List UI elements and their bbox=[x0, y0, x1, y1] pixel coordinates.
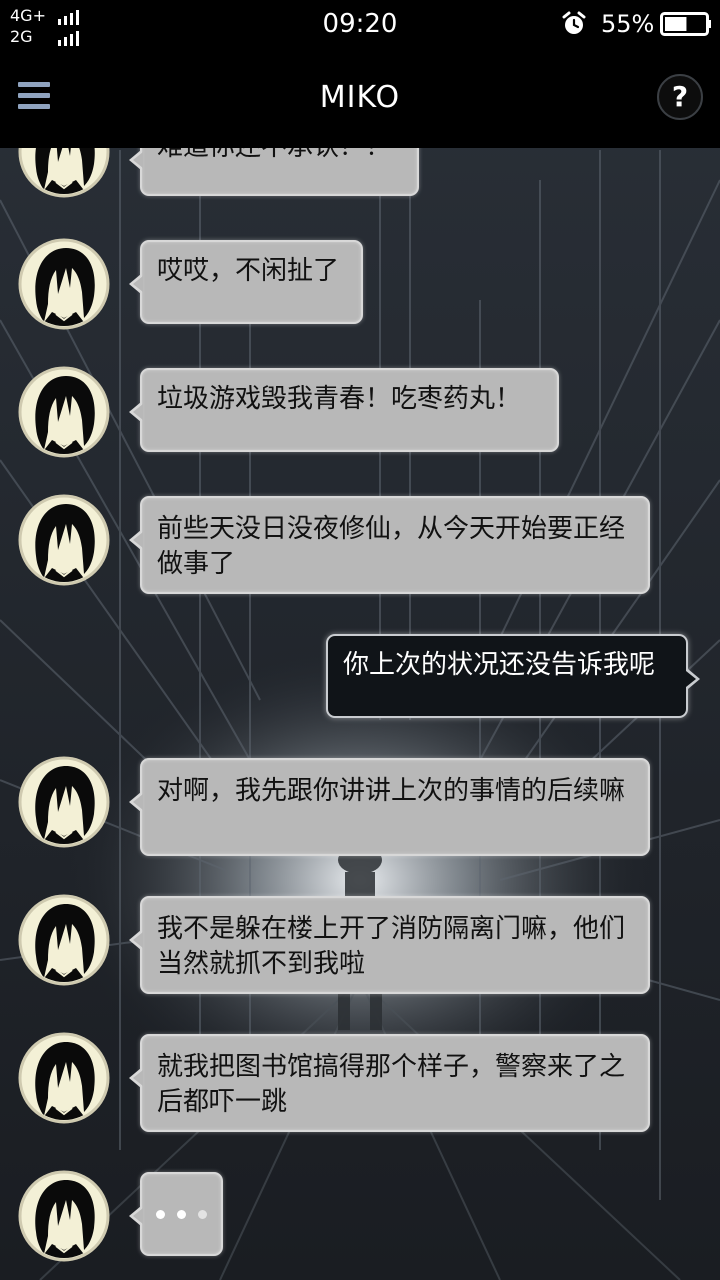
typing-indicator bbox=[129, 1172, 223, 1256]
message-bubble-incoming: 哎哎，不闲扯了 bbox=[129, 240, 363, 324]
message-bubble-incoming: 我不是躲在楼上开了消防隔离门嘛，他们当然就抓不到我啦 bbox=[129, 896, 650, 994]
message-text: 我不是躲在楼上开了消防隔离门嘛，他们当然就抓不到我啦 bbox=[157, 914, 626, 979]
miko-avatar[interactable] bbox=[18, 148, 110, 198]
message-bubble-incoming: 垃圾游戏毁我青春！吃枣药丸！ bbox=[129, 368, 559, 452]
help-button[interactable]: ? bbox=[657, 74, 703, 120]
message-text: 对啊，我先跟你讲讲上次的事情的后续嘛 bbox=[157, 776, 626, 806]
miko-avatar[interactable] bbox=[18, 366, 110, 458]
message-bubble-incoming: 就我把图书馆搞得那个样子，警察来了之后都吓一跳 bbox=[129, 1034, 650, 1132]
miko-avatar[interactable] bbox=[18, 894, 110, 986]
message-text: 难道你还不承认？！ bbox=[157, 148, 391, 162]
battery-percent: 55% bbox=[601, 10, 655, 38]
help-icon: ? bbox=[671, 80, 689, 113]
miko-avatar[interactable] bbox=[18, 238, 110, 330]
miko-avatar[interactable] bbox=[18, 756, 110, 848]
message-text: 垃圾游戏毁我青春！吃枣药丸！ bbox=[157, 384, 522, 414]
message-bubble-outgoing: 你上次的状况还没告诉我呢 bbox=[326, 634, 700, 718]
message-text: 就我把图书馆搞得那个样子，警察来了之后都吓一跳 bbox=[157, 1052, 626, 1117]
message-bubble-incoming: 前些天没日没夜修仙，从今天开始要正经做事了 bbox=[129, 496, 650, 594]
app-header: MIKO ? bbox=[0, 48, 720, 148]
message-text: 前些天没日没夜修仙，从今天开始要正经做事了 bbox=[157, 514, 626, 579]
message-bubble-incoming: 难道你还不承认？！ bbox=[129, 148, 419, 196]
battery-icon bbox=[660, 12, 711, 36]
typing-dots-icon bbox=[142, 1174, 221, 1254]
message-text: 哎哎，不闲扯了 bbox=[157, 256, 340, 286]
status-bar: 4G+ 2G 09:20 55% bbox=[0, 0, 720, 48]
page-title: MIKO bbox=[319, 80, 401, 115]
message-bubble-incoming: 对啊，我先跟你讲讲上次的事情的后续嘛 bbox=[129, 758, 650, 856]
miko-avatar[interactable] bbox=[18, 1170, 110, 1262]
chat-message-list[interactable]: 难道你还不承认？！ 哎哎，不闲扯了 垃圾游戏毁我青春！吃枣药丸！ 前些天没日没夜… bbox=[0, 148, 720, 1280]
message-text: 你上次的状况还没告诉我呢 bbox=[343, 650, 656, 680]
miko-avatar[interactable] bbox=[18, 494, 110, 586]
alarm-clock-icon bbox=[562, 11, 586, 34]
miko-avatar[interactable] bbox=[18, 1032, 110, 1124]
